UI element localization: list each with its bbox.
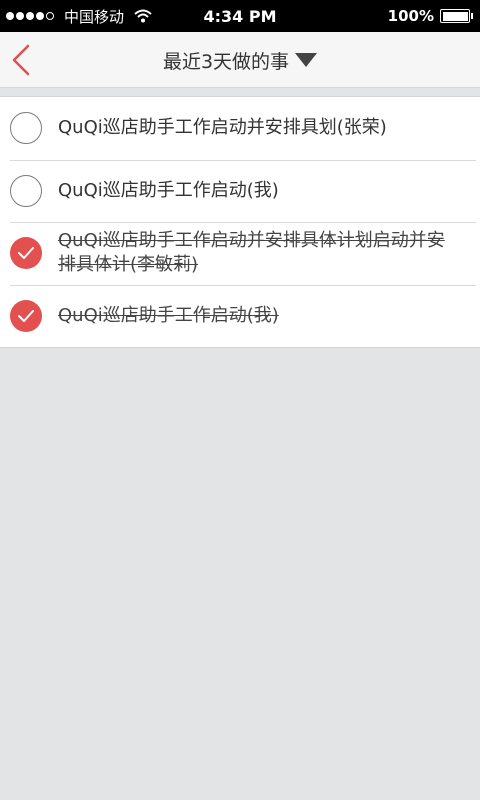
task-text: QuQi巡店助手工作启动(我) [58, 304, 279, 326]
checkmark-icon [18, 309, 34, 322]
task-list: QuQi巡店助手工作启动并安排具划(张荣) QuQi巡店助手工作启动(我) QuQi… [0, 96, 480, 348]
unchecked-circle-icon[interactable] [10, 112, 42, 145]
checkmark-icon [18, 247, 34, 260]
checked-circle-icon[interactable] [10, 237, 42, 270]
task-text: QuQi巡店助手工作启动(我) [58, 179, 279, 201]
wifi-icon [134, 9, 152, 23]
task-text: QuQi巡店助手工作启动并安排具划(张荣) [58, 117, 387, 139]
carrier-label: 中国移动 [64, 7, 125, 26]
navigation-bar: 最近3天做的事 [0, 32, 480, 88]
task-item[interactable]: QuQi巡店助手工作启动并安排具划(张荣) [0, 97, 480, 160]
status-bar: 中国移动 4:34 PM 100% [0, 0, 480, 32]
battery-icon [440, 9, 473, 23]
filter-dropdown[interactable]: 最近3天做的事 [0, 32, 480, 88]
task-item[interactable]: QuQi巡店助手工作启动(我) [0, 284, 480, 348]
signal-strength-icon [6, 12, 56, 20]
checked-circle-icon[interactable] [10, 299, 42, 332]
page-title: 最近3天做的事 [162, 50, 290, 73]
unchecked-circle-icon[interactable] [10, 174, 42, 207]
task-text: QuQi巡店助手工作启动并安排具体计划启动并安排具体计(李敏莉) [58, 230, 445, 276]
task-item[interactable]: QuQi巡店助手工作启动并安排具体计划启动并安排具体计(李敏莉) [0, 222, 480, 285]
battery-percentage: 100% [387, 7, 434, 25]
task-item[interactable]: QuQi巡店助手工作启动(我) [0, 159, 480, 223]
triangle-down-icon [295, 53, 318, 67]
